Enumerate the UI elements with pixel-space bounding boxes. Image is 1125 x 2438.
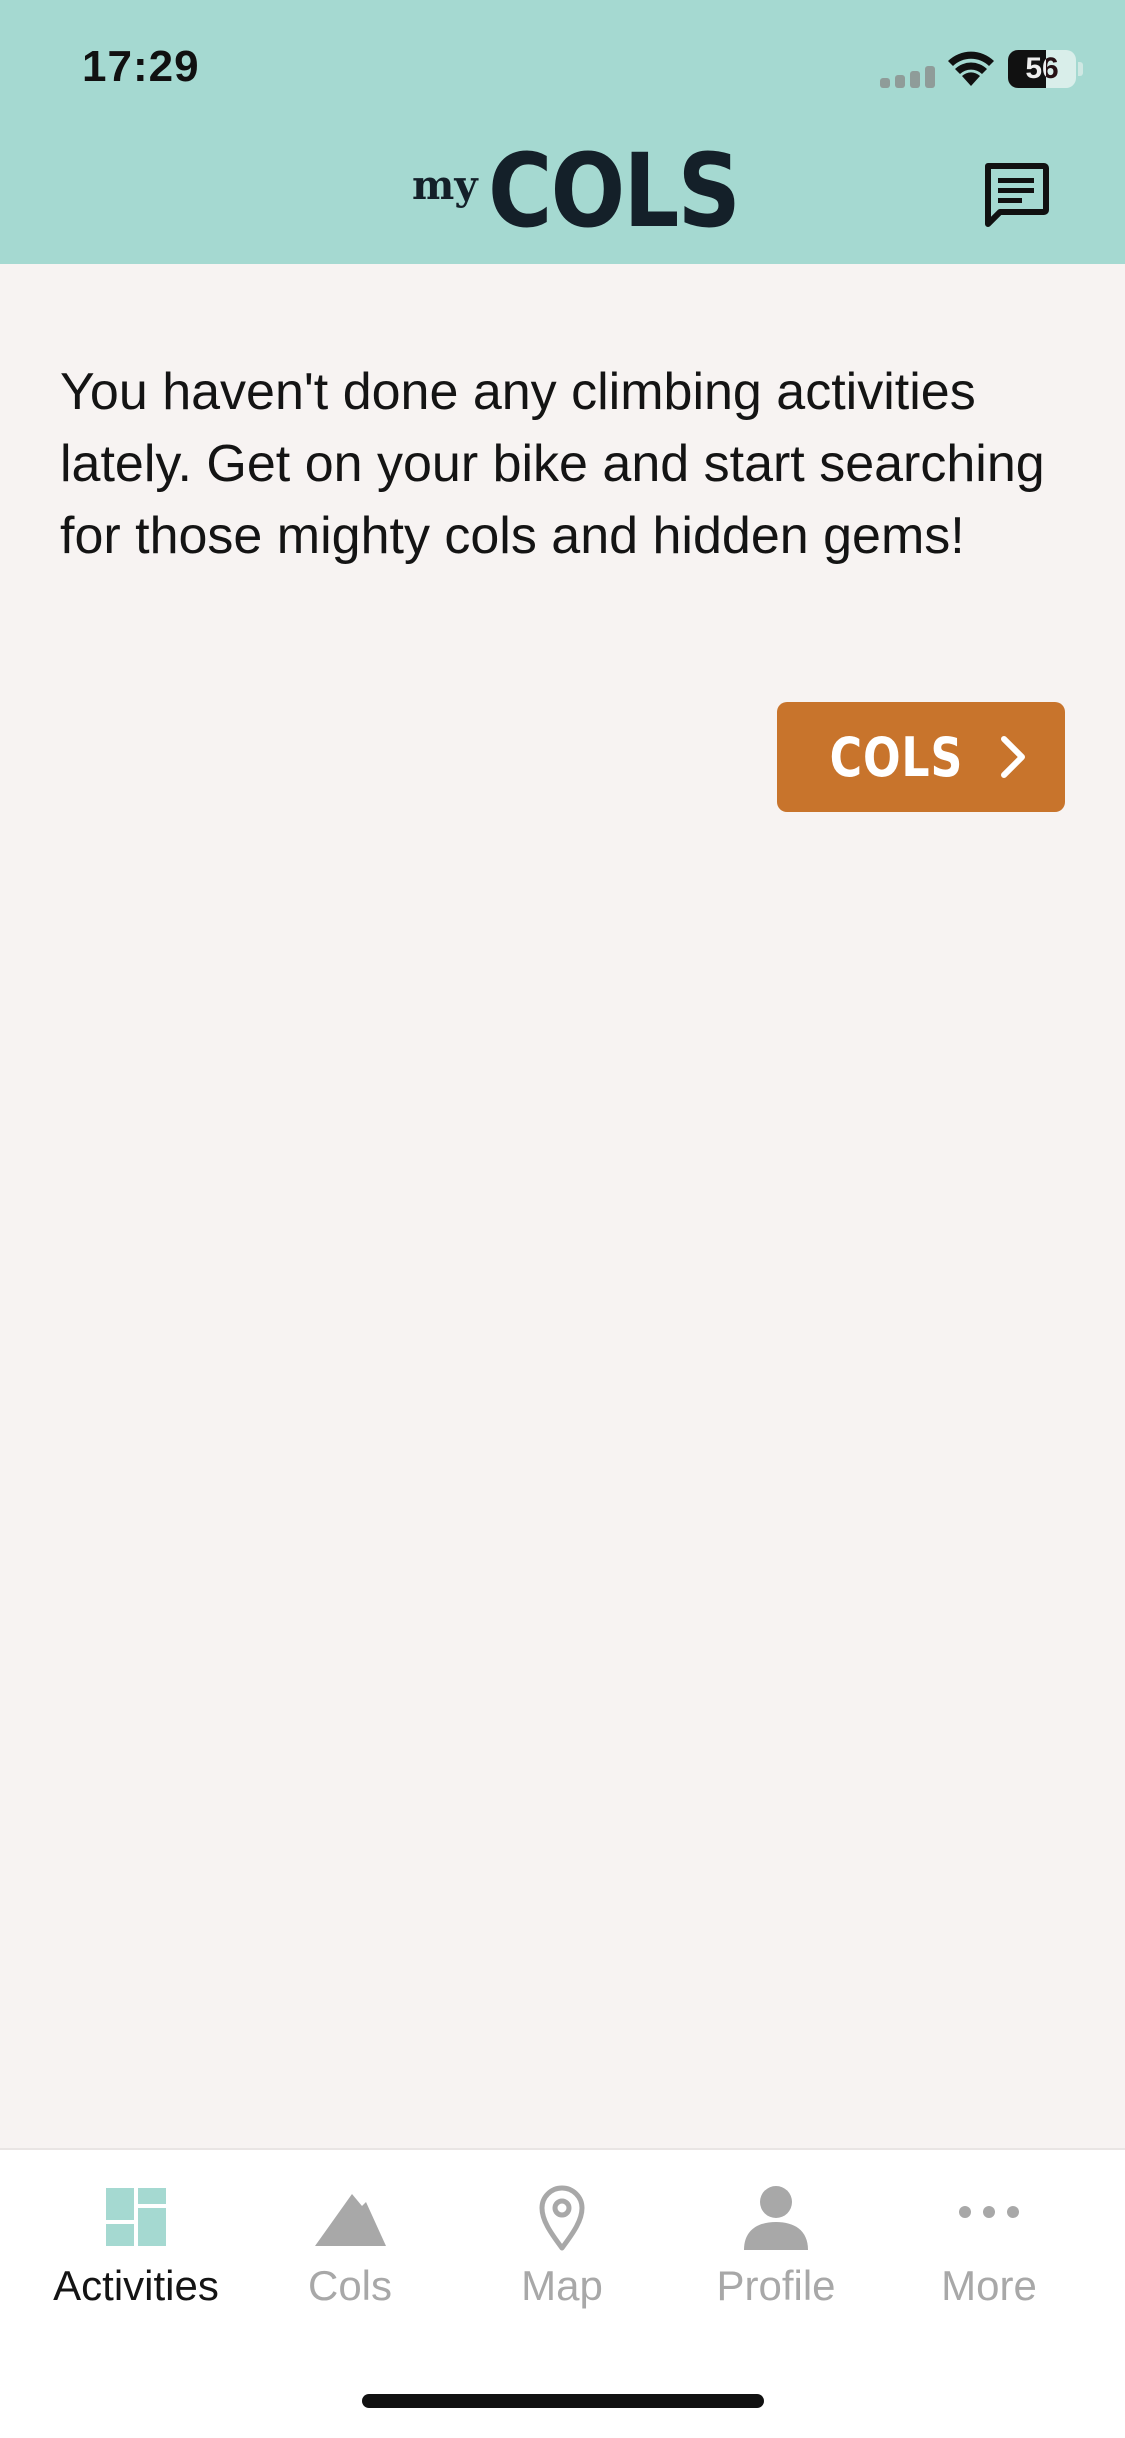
dashboard-icon — [106, 2188, 166, 2246]
app-header: 17:29 56 my COLS — [0, 0, 1125, 264]
tab-more[interactable]: More — [882, 2150, 1096, 2350]
chevron-right-icon — [1001, 736, 1026, 778]
tab-label: Cols — [307, 2262, 393, 2309]
tab-label: Activities — [53, 2262, 219, 2309]
wifi-icon — [948, 51, 994, 86]
tab-activities[interactable]: Activities — [29, 2150, 243, 2350]
home-indicator[interactable] — [362, 2394, 764, 2408]
status-time: 17:29 — [82, 42, 200, 91]
map-pin-icon — [539, 2185, 585, 2251]
tab-cols[interactable]: Cols — [243, 2150, 457, 2350]
message-icon[interactable] — [982, 162, 1050, 228]
cols-button-label: COLS — [829, 725, 963, 789]
mountain-icon — [315, 2194, 386, 2246]
person-icon — [744, 2186, 808, 2250]
battery-indicator: 56 — [1008, 50, 1076, 88]
empty-state-message: You haven't done any climbing activities… — [60, 363, 1045, 565]
mycols-logo: my COLS — [412, 132, 741, 251]
logo-main: COLS — [488, 132, 741, 251]
battery-cap — [1078, 62, 1083, 76]
tab-label: More — [941, 2262, 1037, 2309]
cellular-signal-icon — [880, 66, 935, 88]
logo-prefix: my — [412, 162, 478, 209]
tab-map[interactable]: Map — [455, 2150, 669, 2350]
battery-level: 56 — [1025, 52, 1059, 85]
cols-button[interactable]: COLS — [777, 702, 1065, 812]
more-dots-icon — [959, 2206, 1019, 2218]
tab-profile[interactable]: Profile — [669, 2150, 883, 2350]
tab-label: Map — [521, 2262, 603, 2309]
tab-label: Profile — [716, 2262, 836, 2309]
